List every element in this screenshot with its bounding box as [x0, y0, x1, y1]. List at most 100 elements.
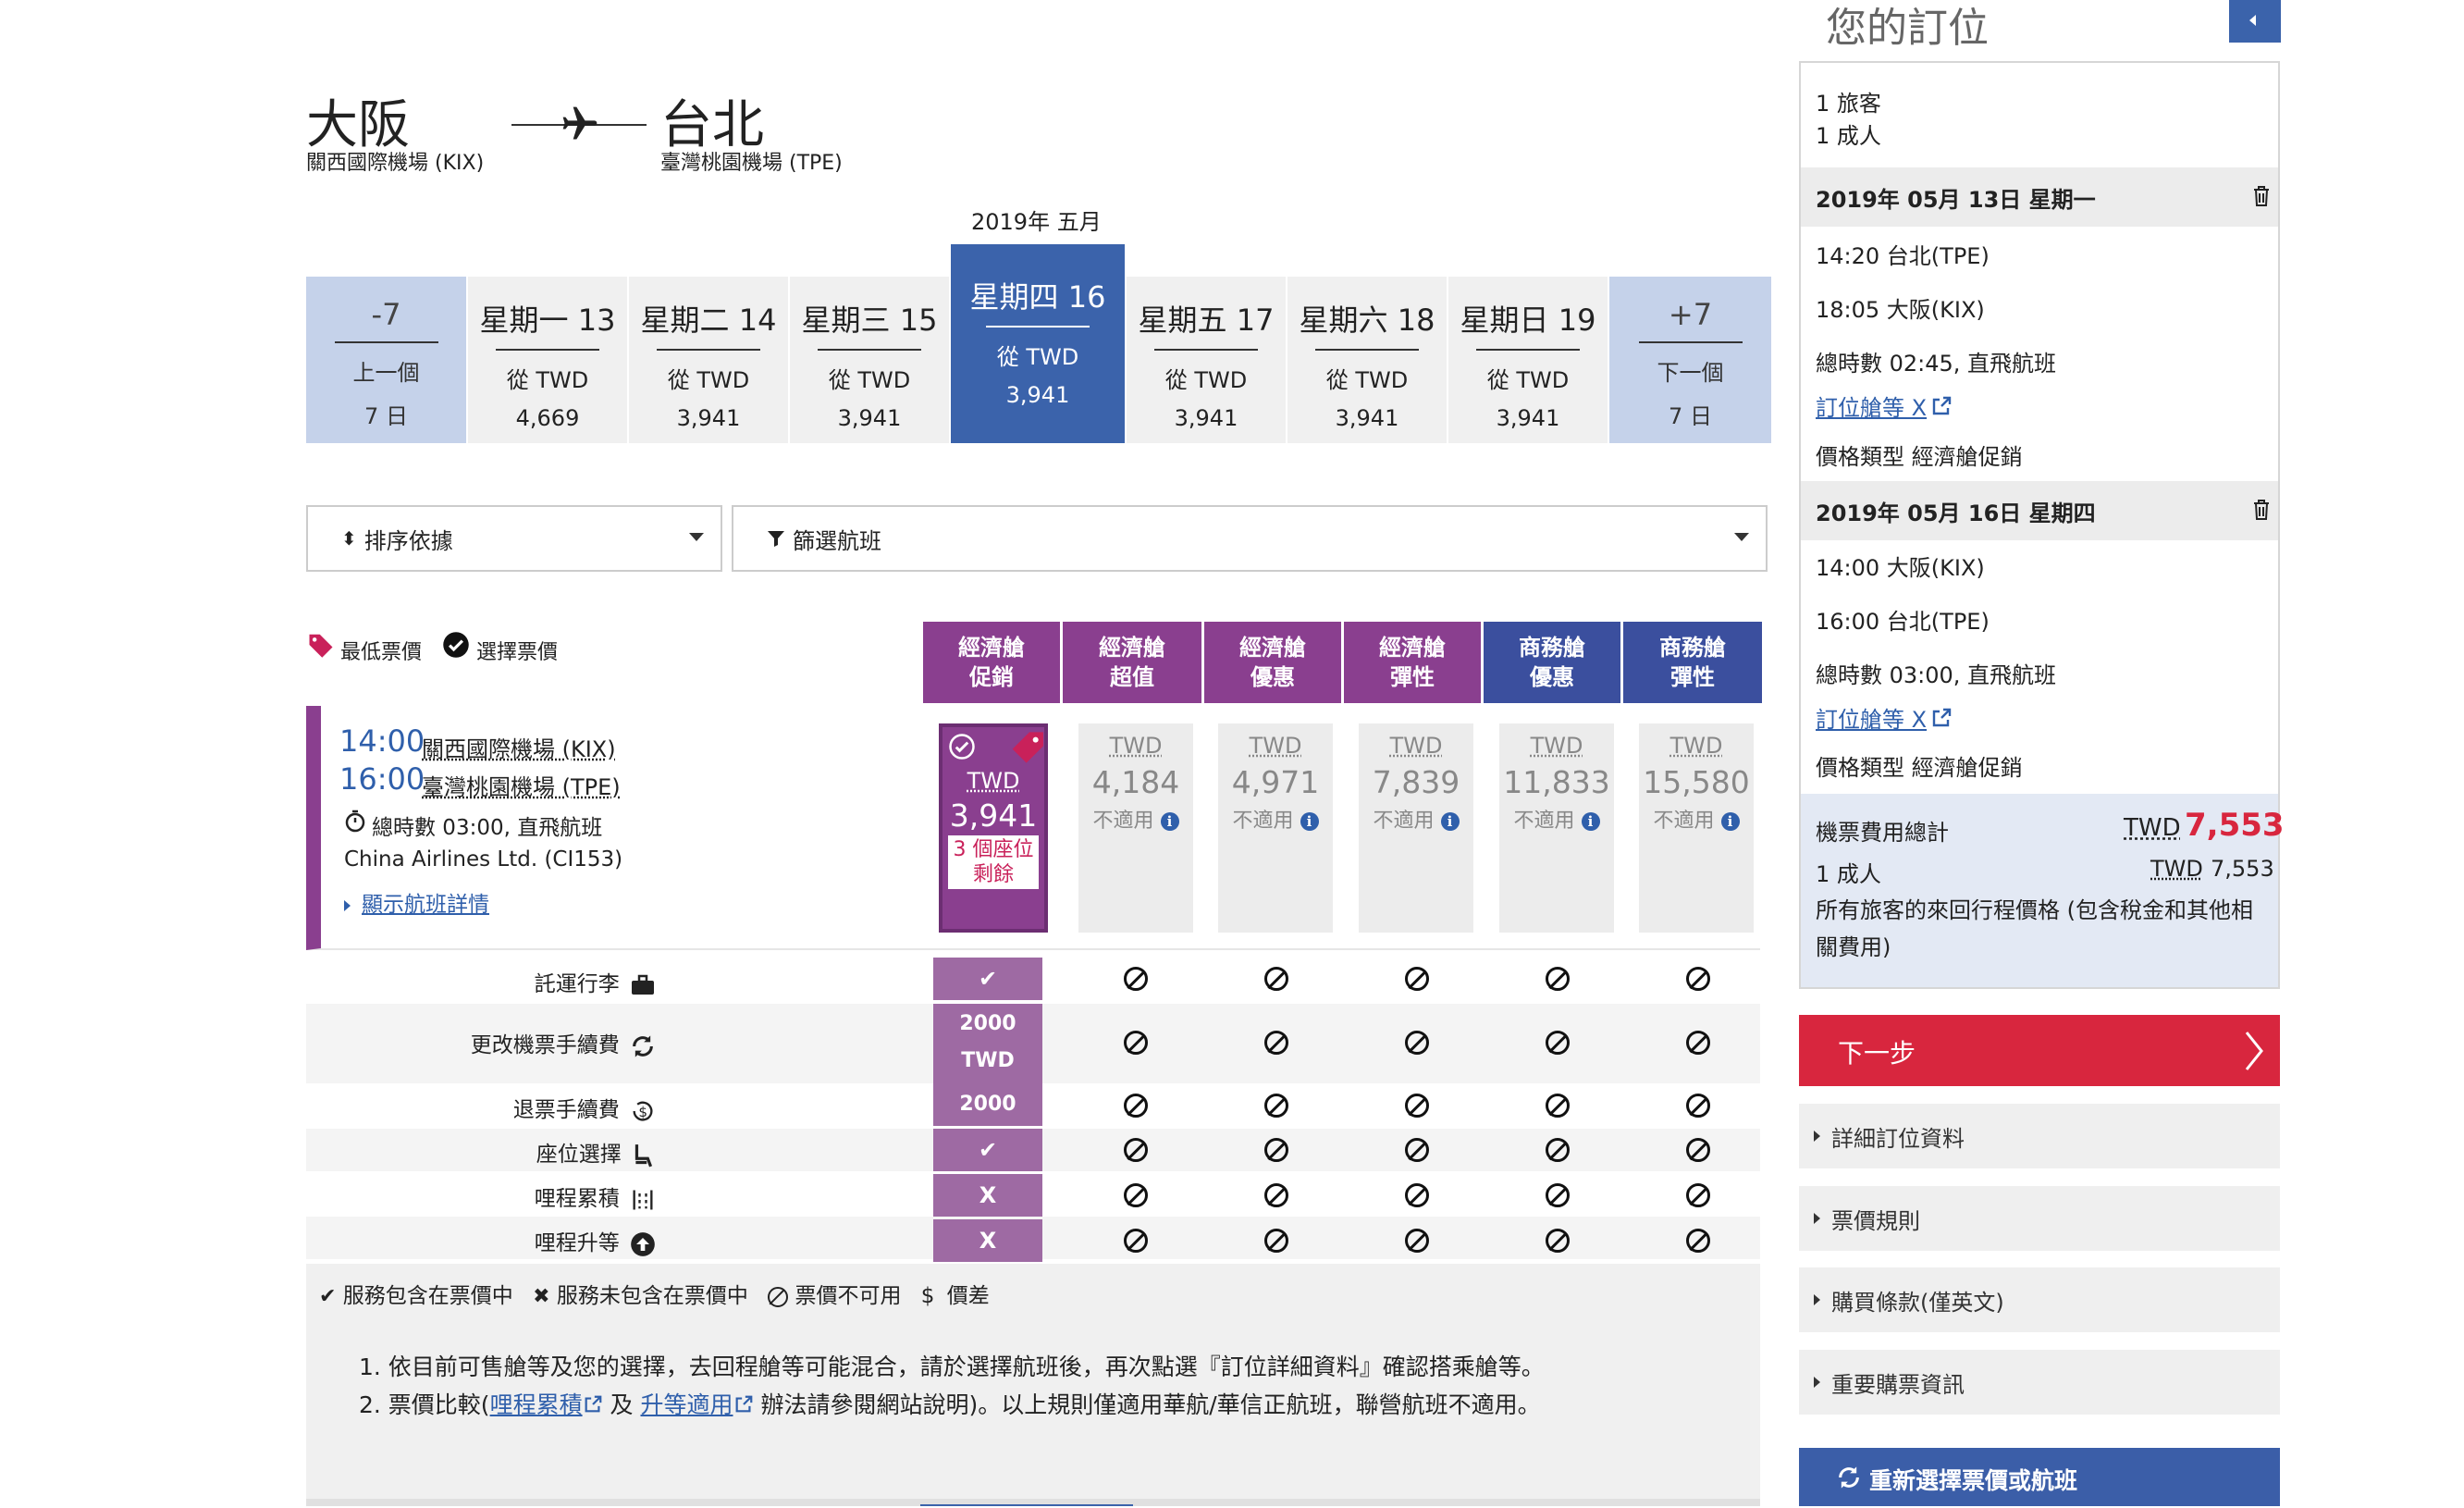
fare-currency: TWD	[1389, 733, 1443, 759]
fare-option-selected[interactable]: TWD 3,941 3 個座位 剩餘	[939, 723, 1048, 933]
service-value: ✔	[933, 1129, 1042, 1171]
sort-dropdown[interactable]: ⬍ 排序依據	[306, 505, 722, 572]
date-from: 從 TWD	[996, 344, 1079, 370]
adult-fare-label: 1 成人	[1816, 861, 1881, 887]
accordion-fare-rules[interactable]: 票價規則	[1799, 1186, 2280, 1251]
date-label: 星期五 17	[1138, 303, 1275, 338]
leg2-class-link[interactable]: 訂位艙等 X	[1816, 701, 1953, 734]
summary-title: 您的訂位	[1826, 5, 1989, 52]
fare-header-economy-discount: 經濟艙 優惠	[1204, 622, 1341, 703]
info-icon[interactable]: i	[1300, 812, 1319, 831]
service-label: 哩程升等	[535, 1225, 656, 1257]
upgrade-icon	[631, 1231, 655, 1256]
date-cell-15[interactable]: 星期三 15 從 TWD 3,941	[790, 277, 951, 443]
info-icon[interactable]: i	[1160, 812, 1179, 831]
sort-arrows-icon: ⬍	[341, 527, 357, 550]
date-from: 從 TWD	[1164, 367, 1248, 393]
not-available-icon	[1686, 1031, 1710, 1055]
leg2-arrival: 16:00 台北(TPE)	[1816, 609, 1990, 635]
service-label: 託運行李	[535, 966, 656, 997]
not-available-icon	[1546, 1138, 1570, 1162]
not-available-icon	[1124, 1138, 1148, 1162]
leg2-date: 2019年 05月 16日 星期四	[1816, 501, 2096, 526]
prev-week-button[interactable]: -7 上一個 7 日	[306, 277, 468, 443]
not-available-icon	[1124, 1031, 1148, 1055]
not-available-icon	[1405, 1031, 1429, 1055]
date-cell-16-selected[interactable]: 星期四 16 從 TWD 3,941	[951, 244, 1127, 443]
fare-header-economy-flex: 經濟艙 彈性	[1344, 622, 1481, 703]
trash-icon[interactable]	[2252, 186, 2271, 206]
upgrade-eligibility-link[interactable]: 升等適用	[640, 1391, 733, 1418]
fare-option-economy-value[interactable]: TWD 4,184 不適用 i	[1078, 723, 1193, 933]
external-link-icon	[1932, 396, 1952, 415]
filter-icon	[768, 531, 784, 547]
arrival-time: 16:00	[339, 761, 425, 797]
caret-left-icon	[2249, 15, 2256, 26]
fare-status: 不適用 i	[1499, 804, 1614, 834]
date-price: 3,941	[1174, 405, 1238, 431]
leg1-class-link[interactable]: 訂位艙等 X	[1816, 389, 1953, 422]
chevron-right-icon	[2245, 1032, 2263, 1070]
service-label-text: 退票手續費	[512, 1098, 620, 1122]
total-currency: TWD	[2124, 814, 2181, 842]
not-available-icon	[1264, 1138, 1288, 1162]
check-circle-icon	[443, 632, 469, 658]
service-value: 2000 TWD+$	[933, 1004, 1042, 1109]
next-step-label: 下一步	[1838, 1038, 1916, 1069]
accordion-purchase-terms[interactable]: 購買條款(僅英文)	[1799, 1267, 2280, 1332]
leg1-date: 2019年 05月 13日 星期一	[1816, 187, 2096, 213]
external-link-icon	[585, 1395, 601, 1413]
fare-header-line1: 商務艙	[1519, 635, 1585, 661]
mileage-icon	[633, 1190, 653, 1209]
info-icon[interactable]: i	[1720, 812, 1740, 831]
collapse-panel-button[interactable]	[2229, 0, 2281, 43]
fare-option-business-discount[interactable]: TWD 11,833 不適用 i	[1499, 723, 1614, 933]
date-cell-13[interactable]: 星期一 13 從 TWD 4,669	[468, 277, 629, 443]
not-available-icon	[1405, 1094, 1429, 1118]
not-available-icon	[1405, 967, 1429, 991]
date-from: 從 TWD	[1325, 367, 1409, 393]
mileage-accrual-link[interactable]: 哩程累積	[490, 1391, 583, 1418]
leg1-arrival: 18:05 大阪(KIX)	[1816, 297, 1985, 323]
show-flight-details-link[interactable]: 顯示航班詳情	[344, 886, 489, 918]
next-step-button[interactable]: 下一步	[1799, 1015, 2280, 1086]
caret-right-icon	[1814, 1294, 1820, 1305]
fare-header-economy-value: 經濟艙 超值	[1063, 622, 1201, 703]
not-available-icon	[1124, 1094, 1148, 1118]
date-cell-17[interactable]: 星期五 17 從 TWD 3,941	[1127, 277, 1287, 443]
accordion-important-info[interactable]: 重要購票資訊	[1799, 1350, 2280, 1415]
fare-currency: TWD	[1669, 733, 1723, 759]
not-available-icon	[1546, 1031, 1570, 1055]
date-price: 3,941	[676, 405, 741, 431]
date-from: 從 TWD	[828, 367, 911, 393]
service-label-text: 更改機票手續費	[470, 1033, 620, 1057]
fare-amount: 7,839	[1372, 764, 1460, 800]
legend-diff: 價差	[946, 1284, 990, 1308]
next-week-button[interactable]: +7 下一個 7 日	[1609, 277, 1771, 443]
filter-dropdown[interactable]: 篩選航班	[732, 505, 1768, 572]
reselect-button[interactable]: 重新選擇票價或航班	[1799, 1448, 2280, 1506]
total-note: 所有旅客的來回行程價格 (包含稅金和其他相	[1816, 897, 2253, 923]
trash-icon[interactable]	[2252, 500, 2271, 520]
month-label: 2019年 五月	[971, 209, 1102, 235]
fare-option-business-flex[interactable]: TWD 15,580 不適用 i	[1639, 723, 1754, 933]
total-label: 機票費用總計	[1816, 820, 1949, 846]
refresh-icon	[633, 1034, 653, 1057]
info-icon[interactable]: i	[1440, 812, 1460, 831]
fare-option-economy-flex[interactable]: TWD 7,839 不適用 i	[1359, 723, 1473, 933]
tag-icon	[1012, 732, 1043, 763]
fare-status: 不適用 i	[1078, 804, 1193, 834]
date-cell-19[interactable]: 星期日 19 從 TWD 3,941	[1448, 277, 1609, 443]
service-label-text: 哩程升等	[534, 1231, 620, 1255]
date-label: 星期日 19	[1460, 303, 1596, 338]
date-cell-14[interactable]: 星期二 14 從 TWD 3,941	[629, 277, 790, 443]
leg2-duration: 總時數 03:00, 直飛航班	[1816, 662, 2057, 688]
leg2-departure: 14:00 大阪(KIX)	[1816, 555, 1985, 581]
caret-right-icon	[1814, 1377, 1820, 1388]
date-cell-18[interactable]: 星期六 18 從 TWD 3,941	[1287, 277, 1448, 443]
info-icon[interactable]: i	[1581, 812, 1600, 831]
accordion-booking-details[interactable]: 詳細訂位資料	[1799, 1104, 2280, 1168]
arrival-airport: 臺灣桃園機場 (TPE)	[422, 774, 621, 800]
fare-option-economy-discount[interactable]: TWD 4,971 不適用 i	[1218, 723, 1333, 933]
chevron-down-icon	[689, 533, 704, 541]
